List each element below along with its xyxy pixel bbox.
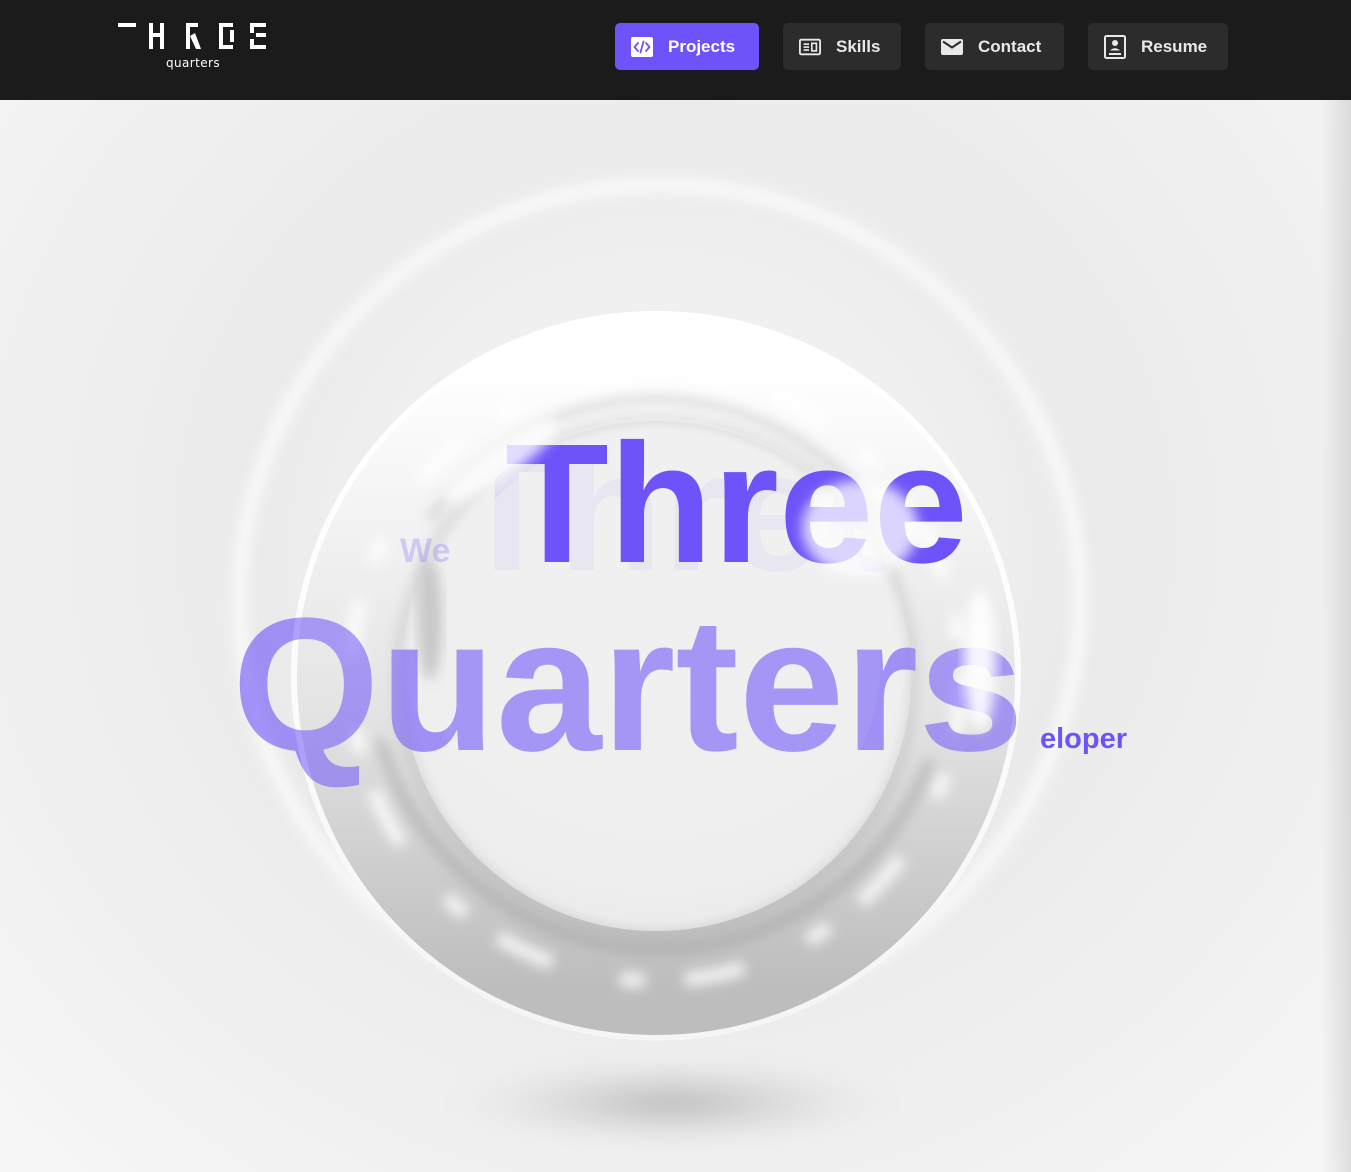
hero-role-fragment: eloper: [1040, 723, 1127, 755]
nav-projects-button[interactable]: Projects: [615, 23, 759, 70]
resume-icon: [1104, 34, 1126, 59]
code-icon: [631, 36, 653, 58]
nav-contact-label: Contact: [978, 36, 1042, 56]
brand-logo[interactable]: quarters: [116, 20, 270, 72]
floor-shadow: [422, 1061, 922, 1145]
nav-resume-button[interactable]: Resume: [1088, 23, 1228, 70]
hero-intro-word: We: [400, 532, 450, 570]
three-quarters-logo-icon: [118, 23, 266, 49]
nav-skills-label: Skills: [836, 36, 881, 56]
nav-skills-button[interactable]: Skills: [783, 23, 901, 70]
nav-projects-label: Projects: [668, 36, 736, 56]
edge-shadow: [1321, 100, 1351, 1172]
logo-subtitle: quarters: [166, 56, 220, 70]
top-navbar: quarters Projects Skills Contact Resume: [0, 0, 1351, 100]
nav-contact-button[interactable]: Contact: [925, 23, 1064, 70]
hero-section: Three Quarters Three Quarters We eloper: [0, 100, 1351, 1172]
mail-icon: [941, 36, 963, 58]
hero-scene: Three Quarters Three Quarters We eloper: [232, 178, 1127, 1145]
nav-resume-label: Resume: [1141, 36, 1208, 56]
hero-title-line2: Quarters: [232, 579, 1024, 791]
card-list-icon: [799, 36, 821, 58]
